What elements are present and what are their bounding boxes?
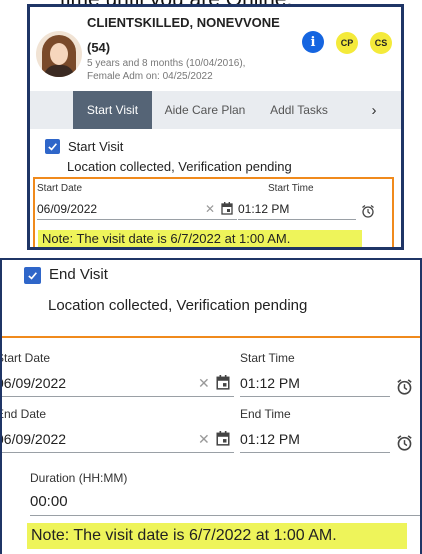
end-time-label: End Time bbox=[240, 407, 291, 421]
clock-icon[interactable] bbox=[361, 204, 375, 218]
patient-name: CLIENTSKILLED, NONEVVONE bbox=[87, 15, 280, 30]
info-icon[interactable]: i bbox=[302, 31, 324, 53]
clock-icon[interactable] bbox=[396, 378, 413, 395]
clock-icon[interactable] bbox=[396, 434, 413, 451]
start-visit-panel: CLIENTSKILLED, NONEVVONE (54) 5 years an… bbox=[27, 4, 404, 250]
end-visit-panel: End Visit Location collected, Verificati… bbox=[0, 258, 422, 554]
visit-date-note: Note: The visit date is 6/7/2022 at 1:00… bbox=[27, 523, 407, 549]
start-date-label: Start Date bbox=[0, 351, 51, 365]
cp-badge[interactable]: CP bbox=[336, 32, 358, 54]
location-status: Location collected, Verification pending bbox=[67, 159, 292, 174]
start-date-label: Start Date bbox=[37, 183, 83, 194]
start-date-input[interactable]: 06/09/2022 bbox=[37, 202, 97, 216]
patient-age: 5 years and 8 months (10/04/2016), bbox=[87, 58, 246, 69]
cs-badge[interactable]: CS bbox=[370, 32, 392, 54]
start-visit-checkbox[interactable] bbox=[45, 139, 60, 154]
start-visit-label: Start Visit bbox=[68, 139, 124, 154]
location-status: Location collected, Verification pending bbox=[48, 297, 308, 314]
check-icon bbox=[48, 143, 57, 151]
end-date-input[interactable]: 06/09/2022 bbox=[2, 431, 66, 447]
calendar-icon[interactable] bbox=[221, 202, 233, 215]
tab-aide-care-plan[interactable]: Aide Care Plan bbox=[157, 91, 253, 129]
patient-admission: Female Adm on: 04/25/2022 bbox=[87, 71, 213, 82]
clear-icon[interactable]: ✕ bbox=[205, 202, 215, 216]
visit-date-note: Note: The visit date is 6/7/2022 at 1:00… bbox=[38, 230, 362, 247]
clear-icon[interactable]: ✕ bbox=[198, 431, 210, 448]
clear-icon[interactable]: ✕ bbox=[198, 375, 210, 392]
patient-id: (54) bbox=[87, 40, 111, 55]
start-time-input[interactable]: 01:12 PM bbox=[240, 375, 300, 391]
start-time-label: Start Time bbox=[240, 351, 295, 365]
tab-addl-tasks[interactable]: Addl Tasks bbox=[258, 91, 340, 129]
avatar bbox=[36, 31, 82, 77]
end-time-input[interactable]: 01:12 PM bbox=[240, 431, 300, 447]
chevron-right-icon[interactable]: › bbox=[363, 91, 385, 129]
check-icon bbox=[28, 272, 37, 280]
end-date-label: End Date bbox=[0, 407, 47, 421]
start-time-input[interactable]: 01:12 PM bbox=[238, 202, 289, 216]
calendar-icon[interactable] bbox=[216, 375, 230, 390]
start-time-label: Start Time bbox=[268, 183, 314, 194]
duration-input[interactable]: 00:00 bbox=[30, 493, 68, 510]
calendar-icon[interactable] bbox=[216, 431, 230, 446]
end-visit-checkbox[interactable] bbox=[24, 267, 41, 284]
tab-bar: Start Visit Aide Care Plan Addl Tasks › bbox=[30, 91, 401, 129]
visit-time-form: Start Date 06/09/2022 ✕ Start Time 01:12… bbox=[0, 336, 420, 554]
visit-time-form: Start Date 06/09/2022 ✕ Start Time 01:12… bbox=[33, 177, 394, 247]
start-date-input[interactable]: 06/09/2022 bbox=[2, 375, 66, 391]
end-visit-label: End Visit bbox=[49, 266, 108, 283]
tab-start-visit[interactable]: Start Visit bbox=[73, 91, 152, 129]
duration-label: Duration (HH:MM) bbox=[30, 471, 128, 485]
